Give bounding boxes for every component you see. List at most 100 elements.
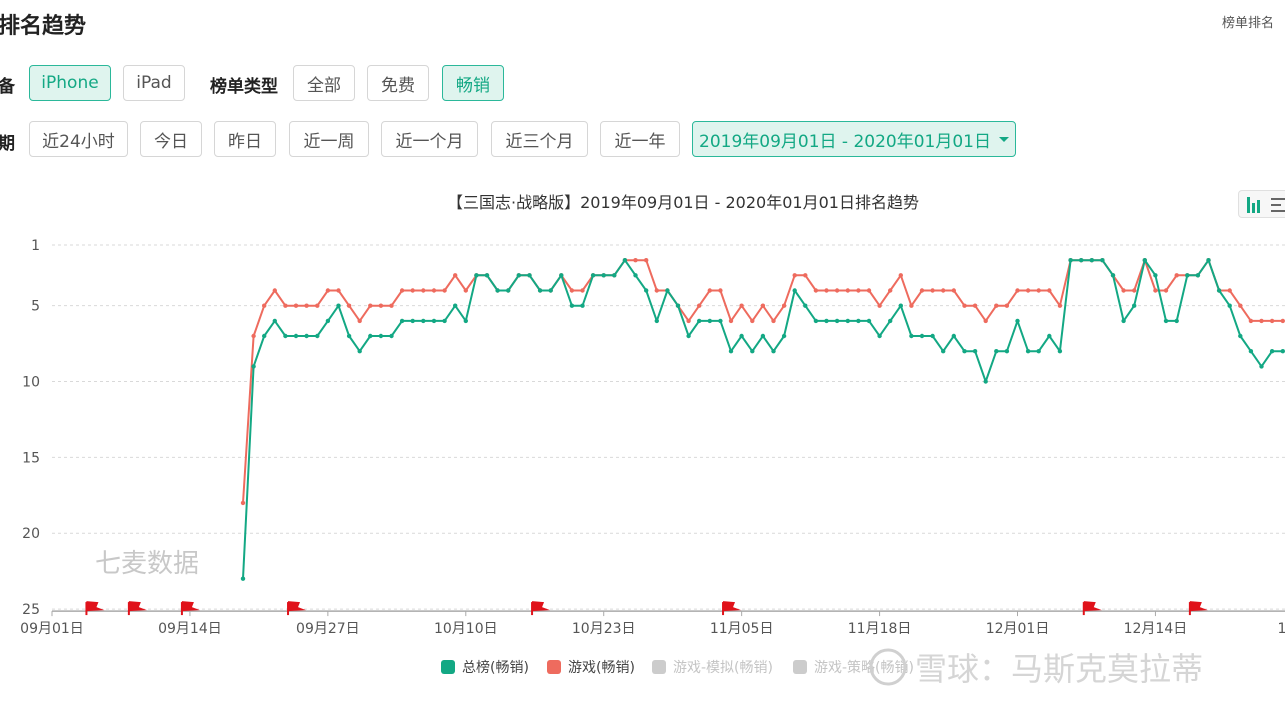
data-point[interactable] <box>506 288 511 293</box>
data-point[interactable] <box>856 288 861 293</box>
data-point[interactable] <box>431 318 437 324</box>
data-point[interactable] <box>1259 318 1264 324</box>
data-point[interactable] <box>1153 288 1158 293</box>
data-point[interactable] <box>1238 303 1243 308</box>
data-point[interactable] <box>346 303 352 308</box>
data-point[interactable] <box>750 349 755 354</box>
data-point[interactable] <box>1121 318 1126 324</box>
data-point[interactable] <box>1079 258 1084 263</box>
data-point[interactable] <box>1036 349 1041 354</box>
data-point[interactable] <box>283 333 288 339</box>
data-point[interactable] <box>1280 349 1285 354</box>
flag-icon[interactable] <box>1188 601 1208 616</box>
legend-item[interactable]: 游戏-策略(畅销) <box>793 659 914 676</box>
data-point[interactable] <box>707 318 712 324</box>
data-point[interactable] <box>962 303 967 308</box>
data-point[interactable] <box>251 333 256 339</box>
data-point[interactable] <box>930 288 935 293</box>
data-point[interactable] <box>346 333 352 339</box>
data-point[interactable] <box>909 303 914 308</box>
data-point[interactable] <box>527 273 532 278</box>
data-point[interactable] <box>378 333 384 339</box>
data-point[interactable] <box>1004 303 1010 308</box>
data-point[interactable] <box>813 288 819 293</box>
data-point[interactable] <box>983 318 988 324</box>
data-point[interactable] <box>293 303 299 308</box>
data-point[interactable] <box>1227 288 1232 293</box>
data-point[interactable] <box>336 303 341 308</box>
data-point[interactable] <box>856 318 861 324</box>
legend-item[interactable]: 游戏-模拟(畅销) <box>652 660 773 676</box>
data-point[interactable] <box>845 288 850 293</box>
data-point[interactable] <box>1025 349 1031 354</box>
data-point[interactable] <box>622 258 628 263</box>
data-point[interactable] <box>1068 258 1073 263</box>
data-point[interactable] <box>421 318 426 324</box>
data-point[interactable] <box>569 288 575 293</box>
data-point[interactable] <box>1280 318 1285 324</box>
data-point[interactable] <box>1047 288 1052 293</box>
data-point[interactable] <box>781 303 787 308</box>
flag-icon[interactable] <box>722 601 742 616</box>
data-point[interactable] <box>410 318 415 324</box>
data-point[interactable] <box>792 288 797 293</box>
data-point[interactable] <box>675 303 681 308</box>
data-point[interactable] <box>919 288 925 293</box>
data-point[interactable] <box>972 303 978 308</box>
data-point[interactable] <box>834 288 840 293</box>
data-point[interactable] <box>1269 318 1275 324</box>
data-point[interactable] <box>251 364 256 369</box>
data-point[interactable] <box>272 318 277 324</box>
data-point[interactable] <box>1174 273 1179 278</box>
data-point[interactable] <box>336 288 341 293</box>
data-point[interactable] <box>1163 318 1169 324</box>
flag-icon[interactable] <box>531 601 551 616</box>
data-point[interactable] <box>1004 349 1010 354</box>
data-point[interactable] <box>866 318 872 324</box>
data-point[interactable] <box>728 349 734 354</box>
data-point[interactable] <box>495 288 500 293</box>
data-point[interactable] <box>760 303 766 308</box>
data-point[interactable] <box>1132 303 1137 308</box>
data-point[interactable] <box>824 318 829 324</box>
data-point[interactable] <box>750 318 755 324</box>
data-point[interactable] <box>1015 288 1020 293</box>
data-point[interactable] <box>760 333 766 339</box>
data-point[interactable] <box>240 576 246 581</box>
data-point[interactable] <box>983 379 988 384</box>
data-point[interactable] <box>1089 258 1095 263</box>
data-point[interactable] <box>792 273 797 278</box>
data-point[interactable] <box>548 288 553 293</box>
data-point[interactable] <box>315 303 320 308</box>
data-point[interactable] <box>1036 288 1041 293</box>
data-point[interactable] <box>877 303 882 308</box>
data-point[interactable] <box>633 258 638 263</box>
data-point[interactable] <box>368 333 373 339</box>
data-point[interactable] <box>240 500 246 506</box>
data-point[interactable] <box>516 273 521 278</box>
data-point[interactable] <box>665 288 670 293</box>
data-point[interactable] <box>453 303 458 308</box>
data-point[interactable] <box>1227 303 1232 308</box>
data-point[interactable] <box>262 303 267 308</box>
data-point[interactable] <box>728 318 734 324</box>
data-point[interactable] <box>718 318 723 324</box>
data-point[interactable] <box>1100 258 1105 263</box>
data-point[interactable] <box>1057 349 1063 354</box>
data-point[interactable] <box>569 303 575 308</box>
data-point[interactable] <box>559 273 564 278</box>
data-point[interactable] <box>877 333 882 339</box>
data-point[interactable] <box>537 288 543 293</box>
data-point[interactable] <box>972 349 978 354</box>
data-point[interactable] <box>325 318 331 324</box>
data-point[interactable] <box>357 349 362 354</box>
data-point[interactable] <box>453 273 458 278</box>
data-point[interactable] <box>410 288 415 293</box>
data-point[interactable] <box>697 318 702 324</box>
data-point[interactable] <box>994 349 999 354</box>
data-point[interactable] <box>1206 258 1211 263</box>
data-point[interactable] <box>1248 349 1254 354</box>
data-point[interactable] <box>962 349 967 354</box>
data-point[interactable] <box>697 303 702 308</box>
data-point[interactable] <box>633 273 638 278</box>
